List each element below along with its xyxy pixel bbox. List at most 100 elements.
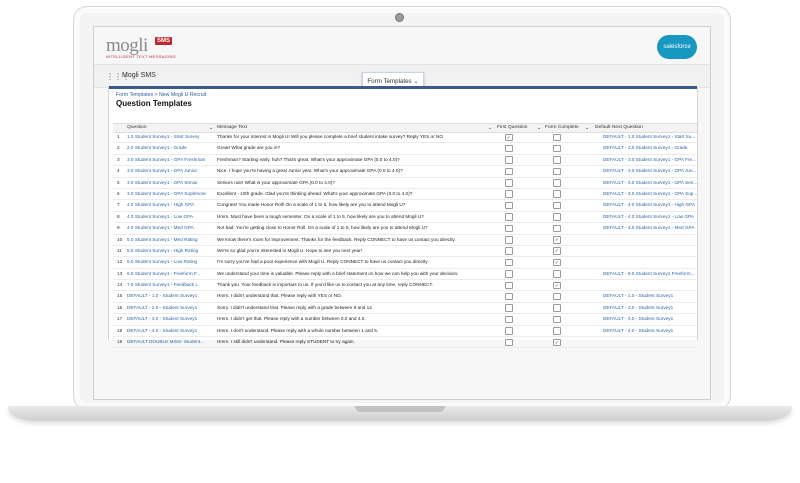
table-row[interactable]: 12 5.0 Student Survey1 - Low Rating I'm so… — [113, 257, 697, 269]
form-complete-checkbox[interactable]: ✓ — [553, 258, 561, 267]
default-next-question-link[interactable]: DEFAULT - 3.0 Student Survey1 - GPA Sop.… — [603, 191, 697, 196]
question-link[interactable]: 3.0 Student Survey1 - GPA Senior — [127, 180, 220, 185]
first-question-checkbox[interactable] — [505, 156, 513, 164]
form-complete-checkbox[interactable] — [553, 156, 561, 164]
form-complete-checkbox[interactable] — [553, 304, 561, 312]
default-next-question-link[interactable]: DEFAULT - 4.0 Student Survey1 - Low GPA — [603, 214, 697, 219]
default-next-question-link[interactable]: DEFAULT - 4.0 - Student Survey1 — [603, 328, 697, 333]
first-question-checkbox[interactable] — [505, 144, 513, 153]
column-header-message-text[interactable]: Message Text — [217, 125, 247, 130]
question-link[interactable]: 3.0 Student Survey1 - GPA Sophmore — [127, 191, 220, 196]
form-complete-checkbox[interactable] — [553, 133, 561, 141]
first-question-checkbox[interactable] — [505, 179, 513, 187]
form-complete-checkbox[interactable] — [553, 315, 561, 324]
app-launcher-icon[interactable]: ⋮⋮⋮ — [106, 73, 130, 81]
first-question-checkbox[interactable] — [505, 338, 513, 347]
table-row[interactable]: 8 4.0 Student Survey1 - Low GPA Hmm. Must … — [113, 212, 697, 224]
form-complete-checkbox[interactable] — [553, 224, 561, 233]
first-question-checkbox[interactable] — [505, 167, 513, 176]
chevron-down-icon[interactable]: ⌄ — [209, 125, 213, 131]
default-next-question-link[interactable]: DEFAULT - 1.0 Student Survey1 - Start Su… — [603, 134, 697, 139]
form-complete-checkbox[interactable] — [553, 327, 561, 335]
form-complete-checkbox[interactable] — [553, 190, 561, 198]
default-next-question-link[interactable]: DEFAULT - 3.0 Student Survey1 - GPA Jun.… — [603, 168, 697, 173]
default-next-question-link[interactable]: DEFAULT - 2.0 - Student Survey1 — [603, 305, 697, 310]
table-row[interactable]: 13 6.0 Student Survey1 - Freeform F... We … — [113, 269, 697, 281]
table-row[interactable]: 4 3.0 Student Survey1 - GPA Junior Nice. I… — [113, 166, 697, 178]
default-next-question-link[interactable]: DEFAULT - 3.0 Student Survey1 - GPA Sen.… — [603, 180, 697, 185]
table-row[interactable]: 6 3.0 Student Survey1 - GPA Sophmore Excel… — [113, 189, 697, 201]
question-link[interactable]: 6.0 Student Survey1 - Freeform F... — [127, 271, 220, 276]
question-link[interactable]: 5.0 Student Survey1 - High Rating — [127, 248, 220, 253]
form-complete-checkbox[interactable] — [553, 144, 561, 153]
first-question-checkbox[interactable] — [505, 224, 513, 233]
column-header-form-complete[interactable]: Form Complete — [545, 125, 579, 130]
first-question-checkbox[interactable] — [505, 270, 513, 278]
question-link[interactable]: 3.0 Student Survey1 - GPA Junior — [127, 168, 220, 173]
default-next-question-link[interactable]: DEFAULT - 1.0 - Student Survey1 — [603, 293, 697, 298]
table-row[interactable]: 7 4.0 Student Survey1 - High GPA Congrats!… — [113, 200, 697, 212]
table-row[interactable]: 1 1.0 Student Survey1 - Start Survey Thank… — [113, 132, 697, 144]
form-complete-checkbox[interactable] — [553, 201, 561, 210]
question-link[interactable]: DEFAULT DOUBLE MISS- Student... — [127, 339, 220, 344]
column-header-first-question[interactable]: First Question — [497, 125, 527, 130]
first-question-checkbox[interactable] — [505, 304, 513, 312]
question-link[interactable]: 7.0 Student Survey1 - Feedback I... — [127, 282, 220, 287]
question-link[interactable]: 4.0 Student Survey1 - Low GPA — [127, 214, 220, 219]
chevron-down-icon[interactable]: ⌄ — [585, 125, 589, 131]
first-question-checkbox[interactable] — [505, 281, 513, 290]
table-row[interactable]: 5 3.0 Student Survey1 - GPA Senior Seniors… — [113, 178, 697, 189]
default-next-question-link[interactable]: DEFAULT - 2.0 Student Survey1 - Grade — [603, 145, 697, 150]
chevron-down-icon[interactable]: ⌄ — [488, 125, 492, 131]
first-question-checkbox[interactable] — [505, 213, 513, 221]
question-link[interactable]: 2.0 Student Survey1 - Grade — [127, 145, 220, 150]
form-complete-checkbox[interactable] — [553, 270, 561, 278]
table-row[interactable]: 18 DEFAULT - 4.0 - Student Survey1 Hmm. I … — [113, 326, 697, 338]
default-next-question-link[interactable]: DEFAULT - 3.0 - Student Survey1 — [603, 316, 697, 321]
first-question-checkbox[interactable] — [505, 292, 513, 301]
form-complete-checkbox[interactable]: ✓ — [553, 247, 561, 255]
form-complete-checkbox[interactable]: ✓ — [553, 338, 561, 347]
question-link[interactable]: 5.0 Student Survey1 - Med Rating — [127, 237, 220, 242]
first-question-checkbox[interactable] — [505, 190, 513, 198]
table-row[interactable]: 15 DEFAULT - 1.0 - Student Survey1 Hmm. I … — [113, 291, 697, 303]
table-row[interactable]: 16 DEFAULT - 2.0 - Student Survey1 Sorry. … — [113, 303, 697, 315]
question-link[interactable]: 3.0 Student Survey1 - GPA Freshman — [127, 157, 220, 162]
table-row[interactable]: 2 2.0 Student Survey1 - Grade Great! What … — [113, 143, 697, 155]
first-question-checkbox[interactable] — [505, 315, 513, 324]
form-complete-checkbox[interactable] — [553, 213, 561, 221]
table-row[interactable]: 19 DEFAULT DOUBLE MISS- Student... Hmm. I … — [113, 337, 697, 349]
question-link[interactable]: DEFAULT - 3.0 - Student Survey1 — [127, 316, 220, 321]
question-link[interactable]: 5.0 Student Survey1 - Low Rating — [127, 259, 220, 264]
question-link[interactable]: DEFAULT - 4.0 - Student Survey1 — [127, 328, 220, 333]
chevron-down-icon[interactable]: ⌄ — [537, 125, 541, 131]
default-next-question-link[interactable]: DEFAULT - 4.0 Student Survey1 - High GPA — [603, 202, 697, 207]
table-row[interactable]: 17 DEFAULT - 3.0 - Student Survey1 Hmm. I … — [113, 314, 697, 326]
form-complete-checkbox[interactable]: ✓ — [553, 281, 561, 290]
table-row[interactable]: 9 4.0 Student Survey1 - Med GPA Not bad. Y… — [113, 223, 697, 235]
table-row[interactable]: 11 5.0 Student Survey1 - High Rating We're… — [113, 246, 697, 258]
first-question-checkbox[interactable] — [505, 247, 513, 255]
question-link[interactable]: 1.0 Student Survey1 - Start Survey — [127, 134, 220, 139]
table-row[interactable]: 14 7.0 Student Survey1 - Feedback I... Tha… — [113, 280, 697, 292]
question-link[interactable]: DEFAULT - 2.0 - Student Survey1 — [127, 305, 220, 310]
form-complete-checkbox[interactable]: ✓ — [553, 236, 561, 244]
question-link[interactable]: DEFAULT - 1.0 - Student Survey1 — [127, 293, 220, 298]
column-header-default-next-question[interactable]: Default Next Question — [595, 125, 643, 130]
default-next-question-link[interactable]: DEFAULT - 3.0 Student Survey1 - GPA Fre.… — [603, 157, 697, 162]
first-question-checkbox[interactable] — [505, 201, 513, 210]
table-row[interactable]: 3 3.0 Student Survey1 - GPA Freshman Fresh… — [113, 155, 697, 167]
breadcrumb[interactable]: Form Templates > New Mogli U Recruit — [116, 92, 206, 98]
first-question-checkbox[interactable] — [505, 327, 513, 335]
default-next-question-link[interactable]: DEFAULT - 4.0 Student Survey1 - Med GPA — [603, 225, 697, 230]
first-question-checkbox[interactable] — [505, 236, 513, 244]
question-link[interactable]: 4.0 Student Survey1 - High GPA — [127, 202, 220, 207]
default-next-question-link[interactable]: DEFAULT - 6.0 Student Survey1 Freeform..… — [603, 271, 697, 276]
form-complete-checkbox[interactable] — [553, 179, 561, 187]
form-complete-checkbox[interactable] — [553, 167, 561, 176]
table-row[interactable]: 10 5.0 Student Survey1 - Med Rating We kno… — [113, 235, 697, 246]
first-question-checkbox[interactable] — [505, 258, 513, 267]
first-question-checkbox[interactable]: ✓ — [505, 133, 513, 141]
form-complete-checkbox[interactable] — [553, 292, 561, 301]
question-link[interactable]: 4.0 Student Survey1 - Med GPA — [127, 225, 220, 230]
